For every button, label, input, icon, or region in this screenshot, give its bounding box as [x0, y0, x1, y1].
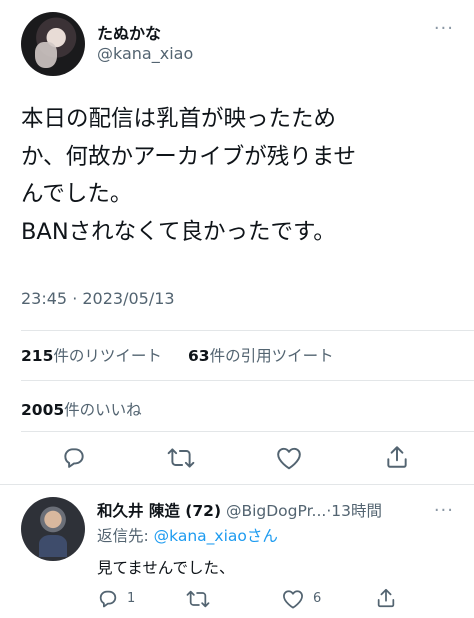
reply-like-icon[interactable]	[282, 589, 304, 609]
like-icon[interactable]	[276, 446, 302, 470]
likes-count: 2005	[21, 401, 65, 419]
reply-retweet-icon[interactable]	[186, 588, 210, 610]
likes-stat[interactable]: 2005件のいいね	[21, 398, 142, 420]
reply-author-handle[interactable]: @BigDogPr...	[226, 502, 326, 520]
more-options-icon[interactable]: ···	[434, 18, 454, 39]
quotes-count: 63	[188, 347, 210, 365]
reply-reply-count: 1	[127, 591, 136, 606]
reply-time[interactable]: 13時間	[331, 502, 382, 520]
retweets-count: 215	[21, 347, 54, 365]
reply-to-line: 返信先: @kana_xiaoさん	[97, 524, 278, 546]
reply-to-mention[interactable]: @kana_xiaoさん	[154, 527, 278, 545]
reply-author-avatar[interactable]	[21, 497, 85, 561]
reply-text: 見てませんでした、	[97, 559, 235, 577]
divider	[21, 380, 474, 381]
reply-share-icon[interactable]	[375, 587, 397, 609]
divider	[21, 330, 474, 331]
likes-label: 件のいいね	[64, 401, 142, 419]
reply-icon[interactable]	[61, 445, 87, 471]
reply-to-prefix: 返信先:	[97, 527, 154, 545]
divider	[0, 484, 474, 485]
author-handle[interactable]: @kana_xiao	[97, 44, 193, 63]
retweet-icon[interactable]	[167, 445, 195, 471]
reply-author-name[interactable]: 和久井 陳造 (72)	[97, 502, 221, 520]
quotes-label: 件の引用ツイート	[209, 347, 334, 365]
reply-more-options-icon[interactable]: ···	[434, 500, 454, 521]
quotes-stat[interactable]: 63件の引用ツイート	[188, 344, 334, 366]
author-avatar[interactable]	[21, 12, 85, 76]
reply-header: 和久井 陳造 (72) @BigDogPr...·13時間	[97, 499, 382, 521]
reply-like-count: 6	[313, 591, 322, 606]
share-icon[interactable]	[384, 444, 410, 470]
reply-reply-icon[interactable]	[97, 588, 119, 610]
tweet-timestamp[interactable]: 23:45 · 2023/05/13	[21, 289, 175, 308]
retweets-stat[interactable]: 215件のリツイート	[21, 344, 162, 366]
divider	[21, 431, 474, 432]
tweet-text: 本日の配信は乳首が映ったため か、何故かアーカイブが残りませ んでした。 BAN…	[21, 106, 357, 245]
retweets-label: 件のリツイート	[53, 347, 162, 365]
author-display-name[interactable]: たぬかな	[97, 20, 161, 44]
